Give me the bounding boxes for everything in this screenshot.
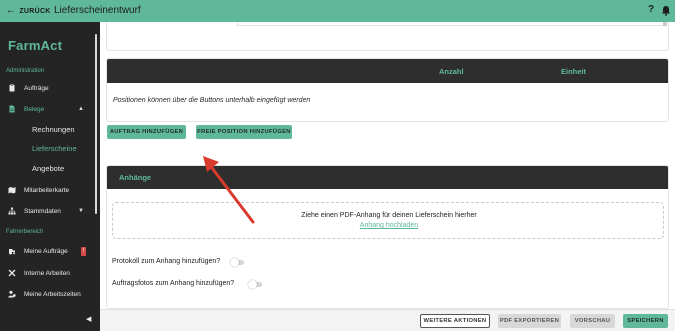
save-button[interactable]: SPEICHERN xyxy=(623,314,668,328)
sidebar-item-interne-arbeiten[interactable]: Interne Arbeiten xyxy=(0,265,95,281)
clipboard-icon xyxy=(9,84,15,92)
bottom-action-bar: WEITERE AKTIONEN PDF EXPORTIEREN VORSCHA… xyxy=(100,309,675,331)
back-button-label: ZURÜCK xyxy=(19,7,51,15)
photos-toggle[interactable] xyxy=(248,280,262,289)
sidebar-subitem-rechnungen[interactable]: Rechnungen xyxy=(32,125,75,134)
sidebar-item-label: Mitarbeiterkarte xyxy=(24,186,70,194)
section-label-fahrerbereich: Fahrerbereich xyxy=(6,229,44,235)
column-header-anzahl: Anzahl xyxy=(439,67,464,76)
map-icon xyxy=(8,187,16,194)
toggle-knob xyxy=(248,280,257,289)
hierarchy-icon xyxy=(8,207,16,215)
chevron-up-icon: ▲ xyxy=(78,106,84,112)
previous-section-card xyxy=(106,22,669,51)
sidebar-item-meine-arbeitszeiten[interactable]: Meine Arbeitszeiten xyxy=(0,286,95,302)
upload-attachment-link[interactable]: Anhang hochladen xyxy=(113,222,665,229)
photos-toggle-label: Auftragsfotos zum Anhang hinzufügen? xyxy=(112,280,235,287)
user-clock-icon xyxy=(8,290,16,298)
question-mark-icon[interactable]: ? xyxy=(648,4,654,16)
bell-icon[interactable] xyxy=(661,5,671,16)
section-label-administration: Administration xyxy=(6,68,45,74)
sidebar-scrollbar[interactable] xyxy=(95,34,97,214)
tractor-icon xyxy=(9,249,15,255)
protocol-toggle[interactable] xyxy=(230,258,244,267)
protocol-toggle-label: Protokoll zum Anhang hinzufügen? xyxy=(112,258,221,265)
photos-toggle-row: Auftragsfotos zum Anhang hinzufügen? xyxy=(112,280,234,287)
tools-icon xyxy=(8,269,16,277)
sidebar-item-label: Interne Arbeiten xyxy=(24,269,70,277)
main-content: Anzahl Einheit Positionen können über di… xyxy=(100,22,675,309)
page-title: Lieferscheinentwurf xyxy=(54,5,141,16)
document-icon xyxy=(9,105,15,113)
sidebar-item-label: Meine Arbeitszeiten xyxy=(24,290,81,298)
attachments-card: Anhänge Ziehe einen PDF-Anhang für deine… xyxy=(106,165,669,309)
sidebar-item-belege[interactable]: Belege ▲ xyxy=(0,101,95,117)
sidebar-item-mitarbeiterkarte[interactable]: Mitarbeiterkarte xyxy=(0,182,95,198)
sidebar-subitem-angebote[interactable]: Angebote xyxy=(32,164,64,173)
sidebar-item-label: Aufträge xyxy=(24,84,49,92)
positions-hint: Positionen können über die Buttons unter… xyxy=(113,97,311,104)
back-button[interactable]: ← ZURÜCK xyxy=(6,5,51,17)
export-pdf-button[interactable]: PDF EXPORTIEREN xyxy=(498,314,561,328)
attachments-header: Anhänge xyxy=(107,166,668,189)
pdf-dropzone[interactable]: Ziehe einen PDF-Anhang für deinen Liefer… xyxy=(112,202,664,239)
app-logo: FarmAct xyxy=(8,38,63,53)
sidebar-item-auftraege[interactable]: Aufträge xyxy=(0,80,95,96)
dropzone-text: Ziehe einen PDF-Anhang für deinen Liefer… xyxy=(301,212,477,219)
positions-card: Anzahl Einheit Positionen können über di… xyxy=(106,58,669,122)
add-free-position-button[interactable]: FREIE POSITION HINZUFÜGEN xyxy=(196,125,292,139)
notification-badge: ! xyxy=(81,247,86,256)
arrow-left-icon: ← xyxy=(6,5,17,16)
sidebar-item-stammdaten[interactable]: Stammdaten ▼ xyxy=(0,203,95,219)
resize-handle[interactable] xyxy=(663,22,667,26)
column-header-einheit: Einheit xyxy=(561,67,587,76)
more-actions-button[interactable]: WEITERE AKTIONEN xyxy=(420,314,490,328)
sidebar-item-label: Stammdaten xyxy=(24,207,61,215)
collapse-sidebar-icon[interactable]: ◀ xyxy=(86,315,91,323)
text-area-edge[interactable] xyxy=(237,22,667,26)
add-order-button[interactable]: AUFTRAG HINZUFÜGEN xyxy=(107,125,186,139)
protocol-toggle-row: Protokoll zum Anhang hinzufügen? xyxy=(112,258,220,265)
sidebar-item-label: Meine Aufträge xyxy=(24,247,68,255)
sidebar-subitem-lieferscheine[interactable]: Lieferscheine xyxy=(32,144,77,153)
toggle-knob xyxy=(230,258,239,267)
sidebar: FarmAct Administration Aufträge Belege ▲… xyxy=(0,22,100,331)
chevron-down-icon: ▼ xyxy=(78,208,84,214)
top-bar: ← ZURÜCK Lieferscheinentwurf ? xyxy=(0,0,675,22)
sidebar-item-label: Belege xyxy=(24,105,45,113)
attachments-title: Anhänge xyxy=(119,173,152,182)
preview-button[interactable]: VORSCHAU xyxy=(570,314,615,328)
positions-table-header: Anzahl Einheit xyxy=(107,59,668,83)
